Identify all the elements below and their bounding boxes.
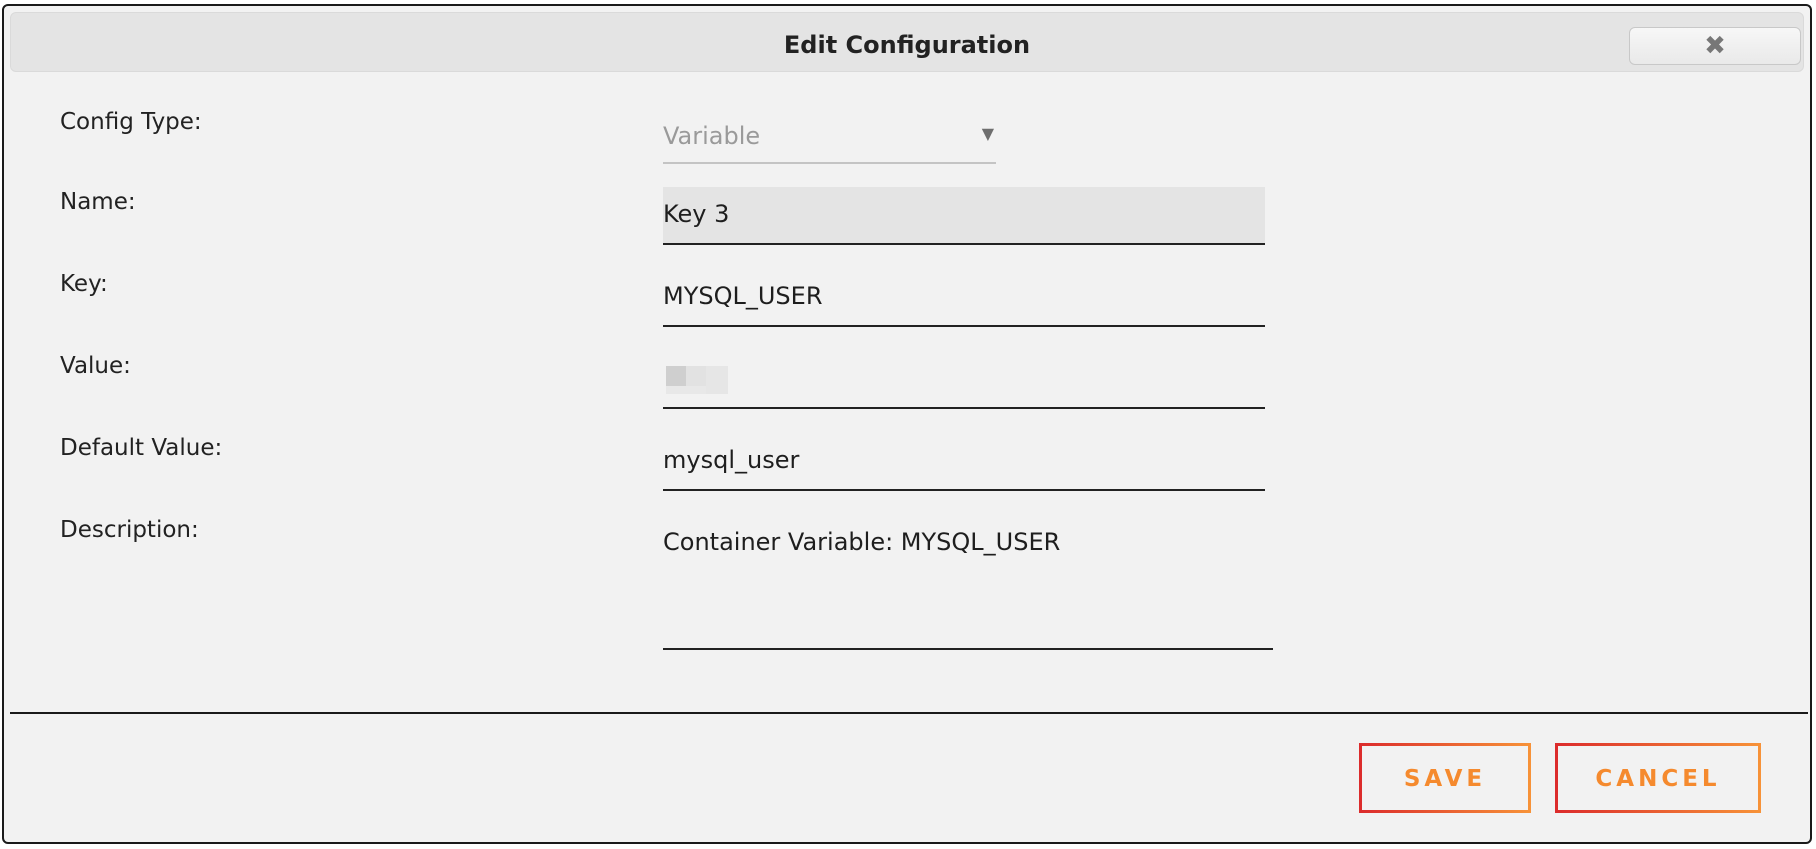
default-value-underline bbox=[663, 489, 1265, 491]
value-label: Value: bbox=[60, 353, 131, 379]
close-icon: ✖ bbox=[1704, 31, 1726, 61]
description-label: Description: bbox=[60, 517, 199, 543]
name-value: Key 3 bbox=[663, 200, 730, 228]
config-type-label: Config Type: bbox=[60, 109, 202, 135]
footer-divider bbox=[10, 712, 1808, 714]
close-button[interactable]: ✖ bbox=[1629, 27, 1801, 65]
edit-configuration-dialog: Edit Configuration ✖ Config Type: Variab… bbox=[2, 4, 1812, 844]
chevron-down-icon: ▼ bbox=[981, 124, 994, 143]
description-field[interactable]: Container Variable: MYSQL_USER bbox=[663, 528, 1060, 556]
save-button[interactable]: SAVE bbox=[1359, 743, 1531, 813]
key-label: Key: bbox=[60, 271, 108, 297]
value-underline bbox=[663, 407, 1265, 409]
config-type-select[interactable]: Variable ▼ bbox=[663, 118, 996, 164]
key-underline bbox=[663, 325, 1265, 327]
cancel-button[interactable]: CANCEL bbox=[1555, 743, 1761, 813]
name-field[interactable] bbox=[663, 187, 1265, 245]
name-underline bbox=[663, 243, 1265, 245]
name-label: Name: bbox=[60, 189, 136, 215]
default-value-label: Default Value: bbox=[60, 435, 223, 461]
key-field[interactable]: MYSQL_USER bbox=[663, 282, 823, 310]
config-type-value: Variable bbox=[663, 122, 761, 150]
dialog-title: Edit Configuration bbox=[783, 31, 1031, 59]
default-value-field[interactable]: mysql_user bbox=[663, 446, 799, 474]
value-field[interactable] bbox=[666, 366, 728, 394]
description-underline bbox=[663, 648, 1273, 650]
dialog-titlebar: Edit Configuration ✖ bbox=[10, 12, 1804, 72]
